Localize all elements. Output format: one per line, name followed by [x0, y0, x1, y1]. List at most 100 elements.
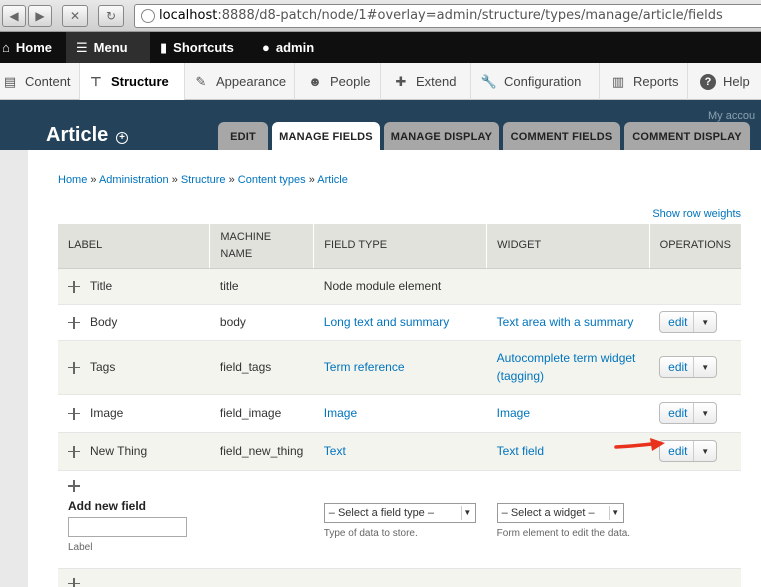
- add-new-field-heading: Add new field: [68, 498, 146, 513]
- browser-chrome: ◀ ▶ ✕ ↻ localhost:8888/d8-patch/node/1#o…: [0, 0, 761, 32]
- tray-item-label: Reports: [633, 74, 679, 89]
- column-header-label: Label: [58, 224, 211, 269]
- drag-handle-icon[interactable]: [68, 480, 80, 493]
- tray-item-label: Structure: [111, 74, 169, 89]
- tray-item-reports[interactable]: ▥ Reports: [600, 63, 688, 100]
- column-header-widget: Widget: [486, 224, 650, 269]
- column-header-machine-name: Machine name: [209, 224, 315, 269]
- breadcrumb-content-types[interactable]: Content types: [238, 174, 306, 186]
- column-header-operations: Operations: [649, 224, 741, 269]
- tray-item-people[interactable]: ☻ People: [295, 63, 381, 100]
- edit-button[interactable]: edit: [660, 312, 695, 332]
- dropdown-arrow-icon[interactable]: ▼: [694, 357, 716, 377]
- tray-item-label: Content: [25, 74, 71, 89]
- tray-item-label: Extend: [416, 74, 457, 89]
- new-field-label-input[interactable]: [68, 516, 187, 537]
- breadcrumb-structure[interactable]: Structure: [181, 174, 226, 186]
- tray-item-appearance[interactable]: ✎ Appearance: [185, 63, 295, 100]
- add-shortcut-icon[interactable]: +: [116, 132, 128, 144]
- field-widget-link[interactable]: Image: [497, 406, 530, 420]
- breadcrumb-separator: »: [168, 174, 181, 186]
- address-bar[interactable]: localhost:8888/d8-patch/node/1#overlay=a…: [134, 4, 761, 28]
- field-widget-link[interactable]: Autocomplete term widget (tagging): [497, 351, 636, 383]
- drag-handle-icon[interactable]: [68, 361, 80, 374]
- breadcrumb-home[interactable]: Home: [58, 174, 87, 186]
- toolbar-home[interactable]: ⌂ Home: [0, 32, 64, 63]
- table-row: Title title Node module element: [58, 268, 741, 305]
- table-row: Tags field_tags Term reference Autocompl…: [58, 340, 741, 395]
- drag-handle-icon[interactable]: [68, 407, 80, 420]
- breadcrumb-separator: »: [225, 174, 238, 186]
- toolbar-menu[interactable]: ☰ Menu: [66, 32, 150, 63]
- admin-tray: ▤ Content ⊤ Structure ✎ Appearance ☻ Peo…: [0, 63, 761, 100]
- field-type-select[interactable]: – Select a field type – ▼: [323, 502, 476, 523]
- back-icon: ◀: [9, 9, 19, 23]
- back-button[interactable]: ◀: [2, 5, 26, 27]
- widget-select[interactable]: – Select a widget – ▼: [496, 502, 624, 523]
- tab-manage-fields[interactable]: Manage fields: [272, 122, 380, 152]
- field-widget-link[interactable]: Text field: [497, 444, 544, 458]
- forward-icon: ▶: [35, 9, 45, 23]
- field-operations: [649, 268, 741, 305]
- globe-icon: [141, 9, 155, 23]
- drag-handle-icon[interactable]: [68, 577, 80, 587]
- widget-select-value: – Select a widget –: [501, 506, 595, 519]
- breadcrumb: Home » Administration » Structure » Cont…: [58, 174, 348, 186]
- column-header-field-type: Field type: [313, 224, 488, 269]
- breadcrumb-article[interactable]: Article: [317, 174, 348, 186]
- widget-line: Autocomplete term widget: [496, 351, 636, 365]
- dropdown-arrow-icon[interactable]: ▼: [694, 403, 716, 423]
- dropdown-arrow-icon[interactable]: ▼: [694, 312, 716, 332]
- tray-item-label: People: [330, 74, 371, 89]
- dropdown-arrow-icon[interactable]: ▼: [694, 441, 716, 461]
- tray-item-structure[interactable]: ⊤ Structure: [80, 63, 185, 100]
- people-icon: ☻: [308, 74, 322, 89]
- tab-manage-display[interactable]: Manage display: [384, 122, 499, 151]
- toolbar-user-label: admin: [275, 40, 315, 55]
- fields-table: Label Machine name Field type Widget Ope…: [58, 224, 741, 587]
- forward-button[interactable]: ▶: [28, 5, 52, 27]
- field-widget-link[interactable]: Text area with a summary: [497, 315, 634, 329]
- field-machine-name: body: [209, 304, 314, 341]
- tray-item-help[interactable]: ? Help: [688, 63, 761, 100]
- tray-item-content[interactable]: ▤ Content: [0, 63, 80, 100]
- paintbrush-icon: ✎: [195, 73, 207, 89]
- puzzle-icon: ✚: [395, 73, 407, 89]
- tab-edit[interactable]: Edit: [218, 122, 268, 151]
- toolbar-user[interactable]: ● admin: [262, 32, 342, 63]
- field-type-link[interactable]: Long text and summary: [324, 315, 449, 329]
- drag-handle-icon[interactable]: [68, 445, 80, 458]
- user-icon: ●: [262, 40, 270, 55]
- field-type-link[interactable]: Term reference: [324, 360, 405, 374]
- tray-item-extend[interactable]: ✚ Extend: [381, 63, 471, 100]
- tray-item-configuration[interactable]: 🔧 Configuration: [471, 63, 600, 100]
- content-icon: ▤: [3, 73, 17, 89]
- url-host: localhost: [159, 8, 218, 23]
- tray-item-label: Configuration: [504, 74, 582, 89]
- wrench-icon: 🔧: [480, 73, 498, 89]
- field-type-link[interactable]: Text: [324, 444, 346, 458]
- show-row-weights-link[interactable]: Show row weights: [652, 208, 741, 220]
- field-widget: [486, 268, 650, 305]
- field-type-link[interactable]: Image: [324, 406, 357, 420]
- reload-button[interactable]: ↻: [98, 5, 124, 27]
- chevron-down-icon: ▼: [460, 505, 473, 520]
- drag-handle-icon[interactable]: [68, 280, 80, 293]
- edit-button[interactable]: edit: [660, 403, 695, 423]
- tab-comment-fields[interactable]: Comment fields: [503, 122, 620, 151]
- stop-button[interactable]: ✕: [62, 5, 88, 27]
- tab-comment-display[interactable]: Comment display: [624, 122, 750, 151]
- toolbar-home-label: Home: [15, 40, 52, 55]
- breadcrumb-administration[interactable]: Administration: [99, 174, 169, 186]
- my-account-link[interactable]: My accou: [708, 110, 755, 122]
- reload-icon: ↻: [105, 9, 117, 23]
- drag-handle-icon[interactable]: [68, 316, 80, 329]
- field-type: Node module element: [313, 268, 487, 305]
- breadcrumb-separator: »: [87, 174, 99, 186]
- hamburger-icon: ☰: [76, 39, 88, 55]
- field-machine-name: field_tags: [209, 340, 314, 395]
- add-field-row: Add new field Label – Select a field typ…: [58, 470, 741, 569]
- toolbar-shortcuts[interactable]: ▮ Shortcuts: [160, 32, 250, 63]
- edit-button[interactable]: edit: [660, 357, 695, 377]
- field-label: Tags: [90, 360, 116, 374]
